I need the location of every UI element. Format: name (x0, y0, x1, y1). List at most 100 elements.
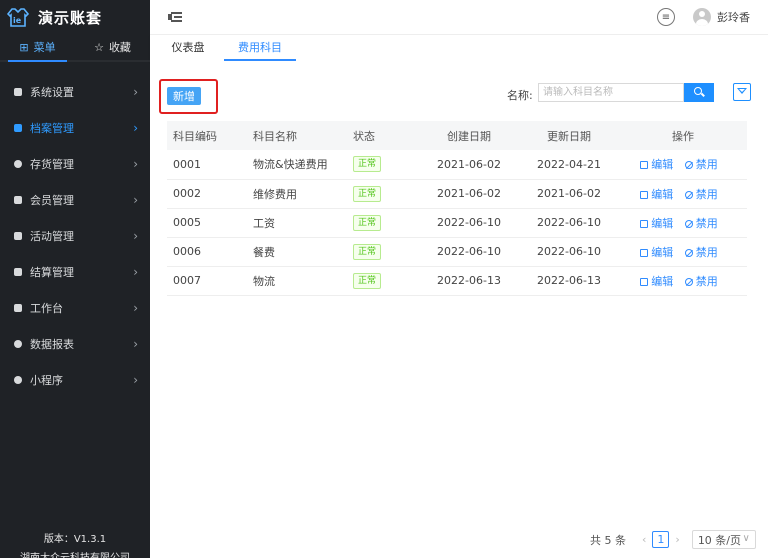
prev-page-icon[interactable]: ‹ (642, 533, 646, 546)
cell-created: 2022-06-10 (419, 208, 519, 238)
edit-icon (640, 277, 649, 286)
table-row: 0006 餐费 正常 2022-06-10 2022-06-10 编辑 禁用 (167, 237, 747, 267)
gift-icon (14, 232, 22, 240)
ban-icon (684, 248, 693, 257)
version-text: 版本：V1.3.1 (43, 534, 107, 545)
search-input[interactable] (538, 83, 684, 102)
disable-label: 禁用 (695, 274, 718, 288)
pagination: 共 5 条 ‹ 1 › 10 条/页 ∨ (590, 530, 756, 549)
sidebar-tab-favorites[interactable]: ☆ 收藏 (75, 34, 150, 60)
app-name: 演示账套 (38, 8, 103, 27)
status-badge: 正常 (353, 243, 382, 260)
cell-updated: 2022-06-10 (519, 237, 619, 267)
edit-icon (640, 190, 649, 199)
sidebar-item-label: 工作台 (30, 302, 63, 315)
filter-button[interactable] (733, 83, 751, 101)
disable-link[interactable]: 禁用 (684, 187, 718, 201)
cell-updated: 2022-06-10 (519, 208, 619, 238)
sidebar-footer: 版本：V1.3.1 湖南太众云科技有限公司 (0, 530, 150, 558)
svg-text:ie: ie (13, 16, 22, 25)
disable-link[interactable]: 禁用 (684, 274, 718, 288)
mini-program-icon (14, 376, 22, 384)
edit-icon (640, 219, 649, 228)
main-content: 新增 名称: 科目编码 科目名称 状态 创建日期 更新日期 操作 0001 物流… (150, 61, 768, 558)
search-button[interactable] (684, 83, 714, 102)
member-card-icon (14, 196, 22, 204)
cell-updated: 2022-04-21 (519, 150, 619, 180)
chevron-right-icon: › (133, 373, 138, 387)
pie-chart-icon (14, 340, 22, 348)
disable-link[interactable]: 禁用 (684, 217, 718, 230)
page-size-select[interactable]: 10 条/页 ∨ (691, 530, 756, 549)
chevron-right-icon: › (133, 265, 138, 279)
avatar[interactable] (693, 8, 711, 26)
next-page-icon[interactable]: › (675, 533, 679, 546)
page-number[interactable]: 1 (652, 531, 670, 548)
cell-code: 0001 (167, 150, 247, 180)
cell-name: 餐费 (247, 237, 347, 267)
add-button[interactable]: 新增 (167, 87, 201, 105)
disable-label: 禁用 (695, 187, 718, 201)
chevron-right-icon: › (133, 85, 138, 99)
settlement-icon (14, 268, 22, 276)
edit-link[interactable]: 编辑 (640, 188, 673, 201)
menu-icon[interactable]: ≡ (657, 8, 675, 26)
edit-link[interactable]: 编辑 (640, 158, 673, 171)
disable-label: 禁用 (695, 158, 718, 172)
edit-link[interactable]: 编辑 (640, 246, 673, 259)
sidebar: ie 演示账套 ⊞ 菜单 ☆ 收藏 系统设置 › 档案管理 › 存货管理 › 会… (0, 0, 150, 558)
collapse-sidebar-icon[interactable] (168, 12, 182, 22)
disable-link[interactable]: 禁用 (684, 246, 718, 259)
sidebar-item-label: 数据报表 (30, 338, 74, 351)
status-badge: 正常 (353, 272, 382, 289)
cell-name: 物流&快递费用 (247, 150, 347, 180)
column-header: 更新日期 (519, 121, 619, 150)
edit-link[interactable]: 编辑 (640, 275, 673, 288)
ban-icon (684, 190, 693, 199)
tab-dashboard[interactable]: 仪表盘 (152, 35, 224, 61)
sidebar-item-archives[interactable]: 档案管理 › (0, 110, 150, 146)
table-row: 0001 物流&快递费用 正常 2021-06-02 2022-04-21 编辑… (167, 150, 747, 180)
sidebar-nav: 系统设置 › 档案管理 › 存货管理 › 会员管理 › 活动管理 › 结算管理 … (0, 74, 150, 398)
edit-link[interactable]: 编辑 (640, 217, 673, 230)
chevron-right-icon: › (133, 157, 138, 171)
sidebar-item-settlement[interactable]: 结算管理 › (0, 254, 150, 290)
add-button-highlight: 新增 (159, 79, 218, 114)
chevron-right-icon: › (133, 337, 138, 351)
sidebar-item-workbench[interactable]: 工作台 › (0, 290, 150, 326)
chevron-right-icon: › (133, 301, 138, 315)
cell-updated: 2022-06-13 (519, 266, 619, 296)
sidebar-item-system-settings[interactable]: 系统设置 › (0, 74, 150, 110)
username[interactable]: 彭玲香 (717, 9, 750, 25)
top-header: ≡ 彭玲香 (150, 0, 768, 34)
sidebar-item-reports[interactable]: 数据报表 › (0, 326, 150, 362)
sidebar-item-activities[interactable]: 活动管理 › (0, 218, 150, 254)
page-size-value: 10 条/页 (697, 533, 742, 547)
sidebar-item-label: 系统设置 (30, 86, 74, 99)
workbench-icon (14, 304, 22, 312)
sidebar-item-inventory[interactable]: 存货管理 › (0, 146, 150, 182)
ban-icon (684, 219, 693, 228)
page-tabs: 仪表盘 费用科目 (150, 34, 768, 61)
sidebar-item-mini-program[interactable]: 小程序 › (0, 362, 150, 398)
status-badge: 正常 (353, 214, 382, 231)
cell-created: 2022-06-10 (419, 237, 519, 267)
sidebar-item-members[interactable]: 会员管理 › (0, 182, 150, 218)
cell-created: 2021-06-02 (419, 179, 519, 209)
chevron-right-icon: › (133, 121, 138, 135)
chevron-right-icon: › (133, 229, 138, 243)
status-badge: 正常 (353, 185, 382, 202)
total-count: 共 5 条 (590, 533, 626, 547)
column-header: 创建日期 (419, 121, 519, 150)
sidebar-item-label: 结算管理 (30, 266, 74, 279)
edit-label: 编辑 (651, 245, 674, 259)
column-header: 操作 (619, 121, 747, 150)
sidebar-item-label: 小程序 (30, 374, 63, 387)
cell-code: 0006 (167, 237, 247, 267)
ban-icon (684, 161, 693, 170)
column-header: 状态 (347, 121, 419, 150)
sidebar-tab-menu[interactable]: ⊞ 菜单 (0, 34, 75, 62)
disable-link[interactable]: 禁用 (684, 158, 718, 172)
tab-expense-subjects[interactable]: 费用科目 (224, 35, 296, 61)
column-header: 科目编码 (167, 121, 247, 150)
